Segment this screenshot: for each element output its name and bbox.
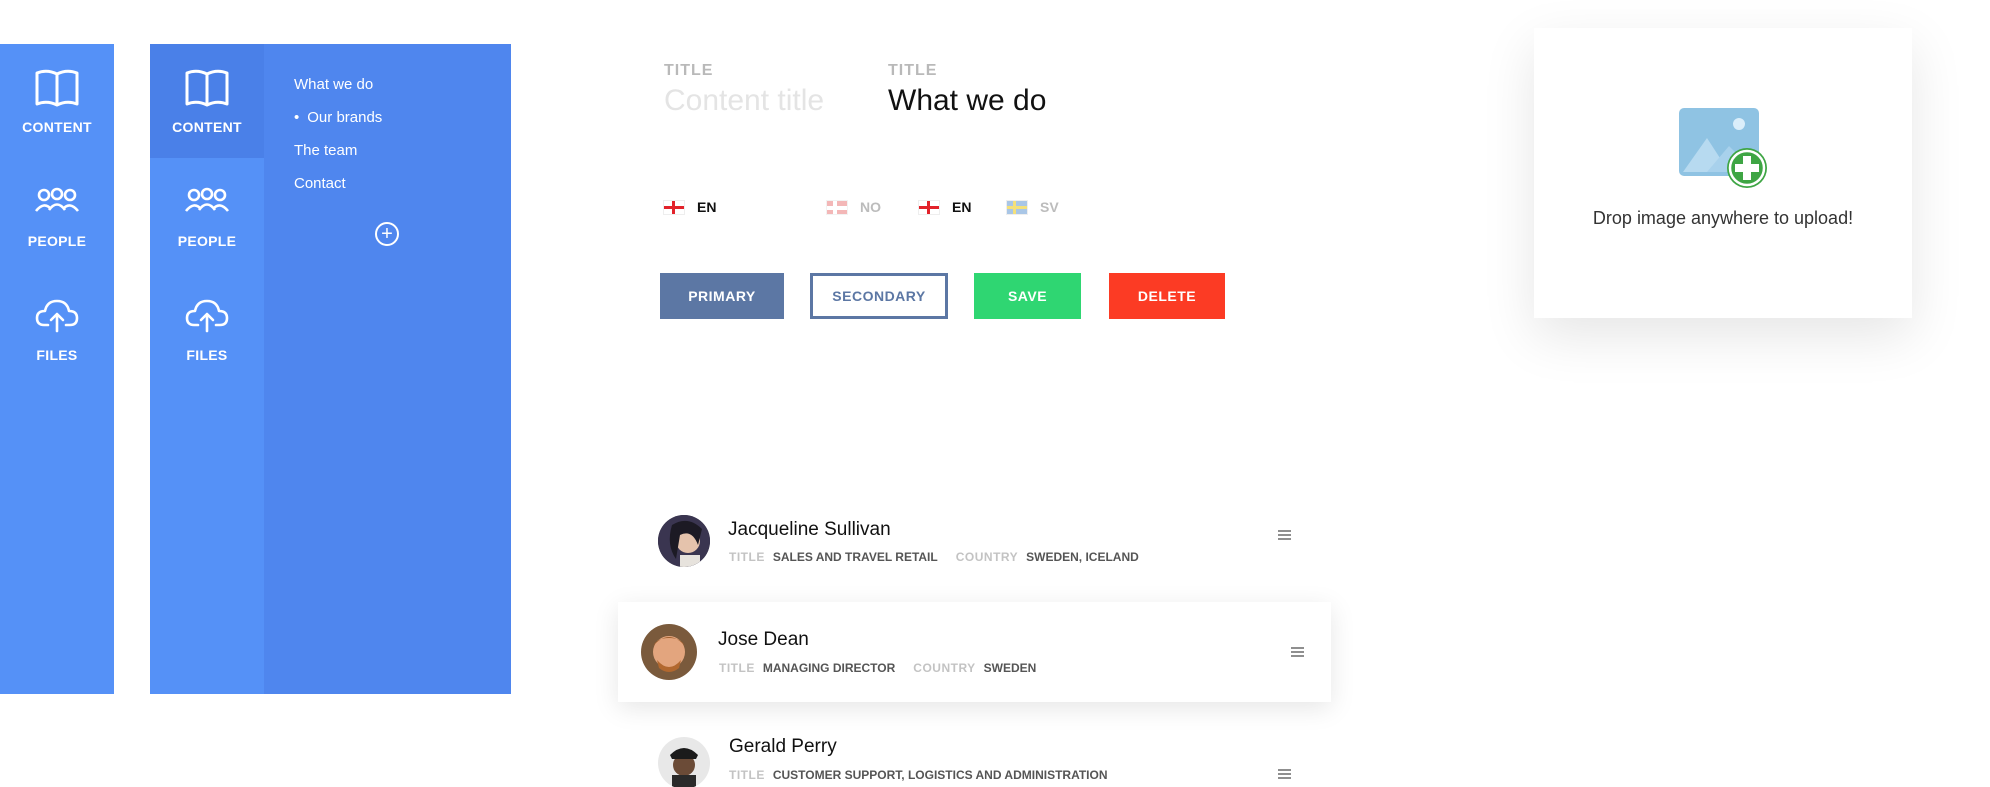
person-name: Gerald Perry <box>729 736 837 757</box>
book-icon <box>185 69 229 107</box>
language-code: NO <box>860 199 881 215</box>
image-dropzone[interactable]: Drop image anywhere to upload! <box>1534 28 1912 318</box>
sidebar-item-label: CONTENT <box>22 119 92 135</box>
language-toggle-en[interactable]: EN <box>918 199 971 215</box>
avatar <box>658 737 710 787</box>
content-submenu: What we do Our brands The team Contact + <box>264 44 511 694</box>
delete-button[interactable]: DELETE <box>1109 273 1225 319</box>
drag-handle-icon[interactable] <box>1278 769 1291 780</box>
avatar <box>658 515 710 567</box>
person-name: Jose Dean <box>718 629 809 650</box>
sidebar-item-people[interactable]: PEOPLE <box>150 158 264 272</box>
language-code: EN <box>697 199 717 215</box>
sidebar-item-files[interactable]: FILES <box>0 272 114 386</box>
save-button[interactable]: SAVE <box>974 273 1081 319</box>
title-field-filled: TITLE What we do <box>888 62 1046 118</box>
meta-label: COUNTRY <box>955 550 1019 564</box>
sidebar-item-files[interactable]: FILES <box>150 272 264 386</box>
person-meta: TITLE MANAGING DIRECTOR COUNTRY SWEDEN <box>719 661 1054 675</box>
meta-label: TITLE <box>729 550 765 564</box>
meta-label: TITLE <box>729 768 765 782</box>
book-icon <box>35 69 79 107</box>
content-title-input[interactable] <box>664 84 864 118</box>
person-name: Jacqueline Sullivan <box>728 519 891 540</box>
person-row[interactable]: Gerald Perry TITLE CUSTOMER SUPPORT, LOGI… <box>618 725 1331 787</box>
primary-button[interactable]: PRIMARY <box>660 273 784 319</box>
language-toggle-no[interactable]: NO <box>826 199 881 215</box>
sidebar-item-label: PEOPLE <box>177 233 237 249</box>
submenu-item-our-brands[interactable]: Our brands <box>294 105 382 138</box>
flag-sweden-icon <box>1006 199 1028 215</box>
flag-norway-icon <box>826 199 848 215</box>
meta-label: COUNTRY <box>913 661 976 675</box>
people-icon <box>34 187 80 212</box>
dropzone-text: Drop image anywhere to upload! <box>1592 208 1854 228</box>
submenu-item-the-team[interactable]: The team <box>294 138 382 171</box>
person-meta: TITLE CUSTOMER SUPPORT, LOGISTICS AND ADM… <box>729 768 1126 782</box>
people-icon <box>184 187 230 212</box>
submenu-item-contact[interactable]: Contact <box>294 171 382 204</box>
submenu-list: What we do Our brands The team Contact <box>294 72 382 204</box>
avatar <box>641 624 697 680</box>
title-field-empty: TITLE <box>664 62 864 118</box>
sidebar-item-label: FILES <box>36 347 78 363</box>
meta-label: TITLE <box>719 661 755 675</box>
field-label: TITLE <box>888 62 938 79</box>
sidebar-item-label: PEOPLE <box>27 233 87 249</box>
language-toggle-en[interactable]: EN <box>663 199 716 215</box>
drag-handle-icon[interactable] <box>1291 647 1304 658</box>
meta-value: SWEDEN <box>983 661 1037 675</box>
sidebar-item-content[interactable]: CONTENT <box>150 44 264 158</box>
meta-value: MANAGING DIRECTOR <box>762 661 896 675</box>
submenu-item-what-we-do[interactable]: What we do <box>294 72 382 105</box>
meta-value: SALES AND TRAVEL RETAIL <box>772 550 938 564</box>
cloud-upload-icon <box>185 299 229 333</box>
flag-england-icon <box>918 199 940 215</box>
sidebar-expanded: CONTENT PEOPLE FILES <box>150 44 264 694</box>
person-row[interactable]: Jacqueline Sullivan TITLE SALES AND TRAVE… <box>618 505 1331 605</box>
secondary-button[interactable]: SECONDARY <box>810 273 948 319</box>
sidebar-item-label: FILES <box>186 347 228 363</box>
content-title-value[interactable]: What we do <box>888 84 1046 118</box>
language-toggle-sv[interactable]: SV <box>1006 199 1059 215</box>
sidebar-item-people[interactable]: PEOPLE <box>0 158 114 272</box>
sidebar-item-label: CONTENT <box>172 119 242 135</box>
person-meta: TITLE SALES AND TRAVEL RETAIL COUNTRY SWEDE… <box>729 550 1157 564</box>
field-label: TITLE <box>664 62 714 79</box>
cloud-upload-icon <box>35 299 79 333</box>
language-code: SV <box>1040 199 1059 215</box>
person-row-dragging[interactable]: Jose Dean TITLE MANAGING DIRECTOR COUNTRY S… <box>618 602 1331 702</box>
plus-circle-icon[interactable]: + <box>375 222 399 246</box>
image-add-icon <box>1679 108 1767 188</box>
meta-value: SWEDEN, ICELAND <box>1026 550 1139 564</box>
flag-england-icon <box>663 199 685 215</box>
drag-handle-icon[interactable] <box>1278 530 1291 541</box>
language-code: EN <box>952 199 972 215</box>
sidebar-collapsed: CONTENT PEOPLE FILES <box>0 44 114 694</box>
sidebar-item-content[interactable]: CONTENT <box>0 44 114 158</box>
meta-value: CUSTOMER SUPPORT, LOGISTICS AND ADMINIST… <box>772 768 1108 782</box>
